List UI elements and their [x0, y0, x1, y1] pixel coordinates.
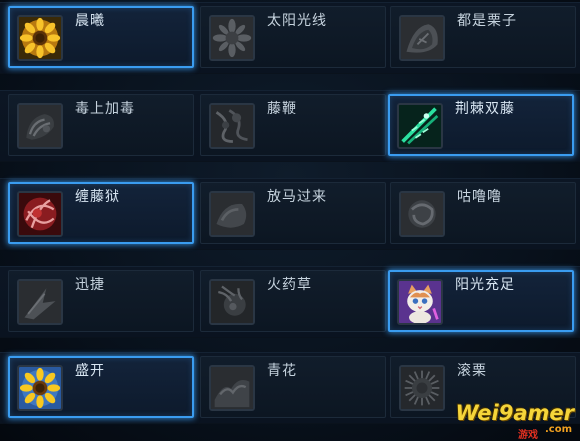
talent-name: 藤鞭: [267, 101, 297, 117]
green-flower-icon: [209, 365, 255, 411]
talent-tile-jingjishuangteng[interactable]: 荆棘双藤: [388, 94, 574, 156]
talent-name: 缠藤狱: [75, 189, 120, 205]
watermark-sub: .com: [544, 424, 572, 435]
talent-selection-screen: 晨曦 太阳光线 都是栗子 毒上加毒 藤鞭 荆棘双藤 缠藤狱 放马过来 咕噜噜 迅…: [0, 0, 580, 441]
vine-whip-icon: [209, 103, 255, 149]
talent-name: 火药草: [267, 277, 312, 293]
talent-tile-dushangjiadu[interactable]: 毒上加毒: [8, 94, 194, 156]
sun-ray-flower-icon: [209, 15, 255, 61]
talent-name: 都是栗子: [457, 13, 517, 29]
talent-tile-chantengyu[interactable]: 缠藤狱: [8, 182, 194, 244]
talent-tile-doushilizi[interactable]: 都是栗子: [390, 6, 576, 68]
talent-name: 阳光充足: [455, 277, 515, 293]
talent-name: 迅捷: [75, 277, 105, 293]
talent-name: 荆棘双藤: [455, 101, 515, 117]
chestnut-shell-icon: [399, 15, 445, 61]
watermark-main: Wei9amer: [455, 401, 574, 425]
talent-tile-gululu[interactable]: 咕噜噜: [390, 182, 576, 244]
entangle-icon: [17, 191, 63, 237]
talent-name: 盛开: [75, 363, 105, 379]
talent-tile-huoyaocao[interactable]: 火药草: [200, 270, 386, 332]
charge-icon: [209, 191, 255, 237]
swift-icon: [17, 279, 63, 325]
talent-tile-qinghua[interactable]: 青花: [200, 356, 386, 418]
talent-tile-chenxi[interactable]: 晨曦: [8, 6, 194, 68]
sunflower-icon: [17, 15, 63, 61]
talent-tile-xunjie[interactable]: 迅捷: [8, 270, 194, 332]
cat-pet-icon: [397, 279, 443, 325]
talent-name: 滚栗: [457, 363, 487, 379]
talent-name: 咕噜噜: [457, 189, 502, 205]
talent-tile-yangguangchongzu[interactable]: 阳光充足: [388, 270, 574, 332]
spiky-chestnut-icon: [399, 365, 445, 411]
talent-name: 晨曦: [75, 13, 105, 29]
watermark-cn: 游戏: [518, 430, 538, 441]
poison-vine-icon: [17, 103, 63, 149]
talent-tile-fangmaguolai[interactable]: 放马过来: [200, 182, 386, 244]
talent-tile-taiyangguangxian[interactable]: 太阳光线: [200, 6, 386, 68]
talent-tile-tengbian[interactable]: 藤鞭: [200, 94, 386, 156]
talent-name: 放马过来: [267, 189, 327, 205]
talent-name: 毒上加毒: [75, 101, 135, 117]
thorn-vines-icon: [397, 103, 443, 149]
talent-name: 青花: [267, 363, 297, 379]
talent-tile-shengkai[interactable]: 盛开: [8, 356, 194, 418]
talent-name: 太阳光线: [267, 13, 327, 29]
site-watermark: Wei9amer 游戏 .com: [455, 401, 574, 441]
gunpowder-weed-icon: [209, 279, 255, 325]
blooming-flower-icon: [17, 365, 63, 411]
rolling-icon: [399, 191, 445, 237]
